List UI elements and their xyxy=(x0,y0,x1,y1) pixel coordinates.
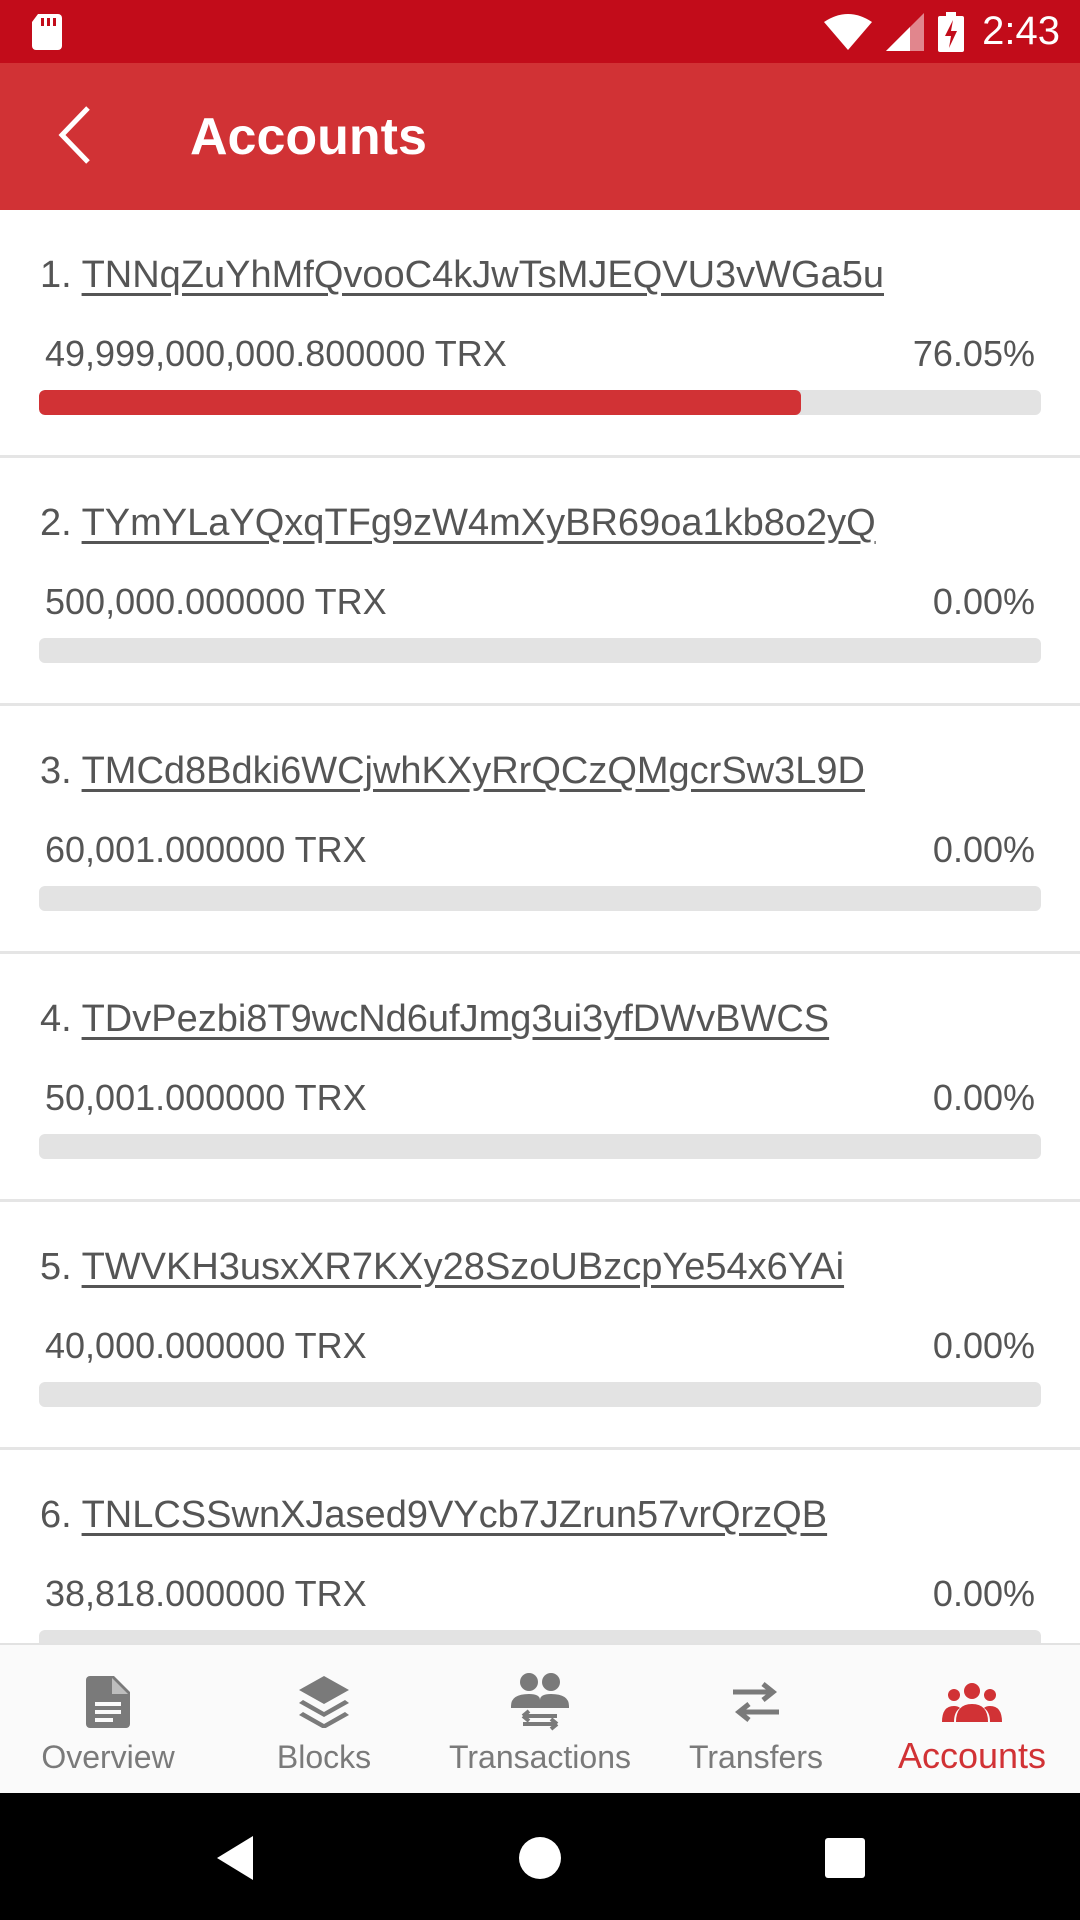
cell-signal-icon xyxy=(886,12,925,51)
layers-icon xyxy=(299,1676,349,1728)
nav-blocks[interactable]: Blocks xyxy=(216,1645,432,1793)
account-balance: 38,818.000000 TRX xyxy=(45,1573,367,1614)
account-row[interactable]: 3. TMCd8Bdki6WCjwhKXyRrQCzQMgcrSw3L9D 60… xyxy=(0,706,1080,954)
group-icon xyxy=(942,1683,1002,1722)
account-row[interactable]: 5. TWVKH3usxXR7KXy28SzoUBzcpYe54x6YAi 40… xyxy=(0,1202,1080,1450)
nav-label: Blocks xyxy=(276,1739,372,1775)
status-bar: 2:43 xyxy=(0,0,1080,63)
account-row[interactable]: 2. TYmYLaYQxqTFg9zW4mXyBR69oa1kb8o2yQ 50… xyxy=(0,458,1080,706)
share-progress-bar xyxy=(39,638,1041,663)
account-address-link[interactable]: TDvPezbi8T9wcNd6ufJmg3ui3yfDWvBWCS xyxy=(82,998,830,1040)
circle-home-icon xyxy=(519,1837,561,1879)
page-title: Accounts xyxy=(190,108,427,166)
account-balance: 500,000.000000 TRX xyxy=(45,581,387,622)
account-rank: 3. xyxy=(40,750,72,792)
share-progress-bar xyxy=(39,1630,1041,1643)
clock: 2:43 xyxy=(982,9,1060,53)
account-rank: 2. xyxy=(40,502,72,544)
account-percent: 0.00% xyxy=(932,1077,1035,1118)
account-balance: 60,001.000000 TRX xyxy=(45,829,367,870)
triangle-back-icon xyxy=(217,1836,253,1880)
nav-overview[interactable]: Overview xyxy=(0,1645,216,1793)
app-toolbar: Accounts xyxy=(0,63,1080,210)
account-address-link[interactable]: TNNqZuYhMfQvooC4kJwTsMJEQVU3vWGa5u xyxy=(82,254,884,296)
account-percent: 0.00% xyxy=(932,829,1035,870)
account-row[interactable]: 4. TDvPezbi8T9wcNd6ufJmg3ui3yfDWvBWCS 50… xyxy=(0,954,1080,1202)
accounts-list[interactable]: 1. TNNqZuYhMfQvooC4kJwTsMJEQVU3vWGa5u 49… xyxy=(0,210,1080,1643)
sd-card-icon xyxy=(32,14,62,50)
account-balance: 40,000.000000 TRX xyxy=(45,1325,367,1366)
account-rank: 1. xyxy=(40,254,72,296)
share-progress-bar xyxy=(39,1134,1041,1159)
account-balance: 49,999,000,000.800000 TRX xyxy=(45,333,507,374)
system-back-button[interactable] xyxy=(200,1823,270,1893)
account-rank: 5. xyxy=(40,1246,72,1288)
chevron-left-icon xyxy=(58,106,90,164)
square-recents-icon xyxy=(825,1838,865,1878)
account-percent: 0.00% xyxy=(932,1325,1035,1366)
account-rank: 6. xyxy=(40,1494,72,1536)
account-address-link[interactable]: TMCd8Bdki6WCjwhKXyRrQCzQMgcrSw3L9D xyxy=(82,750,865,792)
share-progress-bar xyxy=(39,886,1041,911)
nav-label: Transactions xyxy=(449,1739,631,1775)
account-address-link[interactable]: TYmYLaYQxqTFg9zW4mXyBR69oa1kb8o2yQ xyxy=(82,502,876,544)
share-progress-bar xyxy=(39,390,1041,415)
nav-transfers[interactable]: Transfers xyxy=(648,1645,864,1793)
system-home-button[interactable] xyxy=(505,1823,575,1893)
account-percent: 76.05% xyxy=(912,333,1035,374)
swap-arrows-icon xyxy=(733,1682,779,1722)
status-icons: 2:43 xyxy=(824,0,1060,63)
wifi-icon xyxy=(824,13,873,50)
share-progress-bar xyxy=(39,1382,1041,1407)
nav-transactions[interactable]: Transactions xyxy=(432,1645,648,1793)
bottom-navigation: Overview Blocks Transactions Transfers A… xyxy=(0,1643,1080,1793)
system-recents-button[interactable] xyxy=(810,1823,880,1893)
nav-label: Overview xyxy=(41,1739,175,1775)
account-address-link[interactable]: TNLCSSwnXJased9VYcb7JZrun57vrQrzQB xyxy=(82,1494,828,1536)
account-percent: 0.00% xyxy=(932,581,1035,622)
account-row[interactable]: 6. TNLCSSwnXJased9VYcb7JZrun57vrQrzQB 38… xyxy=(0,1450,1080,1643)
nav-label: Accounts xyxy=(897,1735,1047,1776)
people-swap-icon xyxy=(511,1673,569,1731)
nav-accounts[interactable]: Accounts xyxy=(864,1645,1080,1793)
account-row[interactable]: 1. TNNqZuYhMfQvooC4kJwTsMJEQVU3vWGa5u 49… xyxy=(0,210,1080,458)
account-balance: 50,001.000000 TRX xyxy=(45,1077,367,1118)
document-icon xyxy=(86,1676,130,1728)
system-nav-bar xyxy=(0,1793,1080,1920)
battery-charging-icon xyxy=(938,11,965,52)
account-rank: 4. xyxy=(40,998,72,1040)
account-percent: 0.00% xyxy=(932,1573,1035,1614)
nav-label: Transfers xyxy=(689,1739,823,1775)
share-progress-fill xyxy=(39,390,802,415)
back-button[interactable] xyxy=(34,95,114,175)
account-address-link[interactable]: TWVKH3usxXR7KXy28SzoUBzcpYe54x6YAi xyxy=(82,1246,844,1288)
